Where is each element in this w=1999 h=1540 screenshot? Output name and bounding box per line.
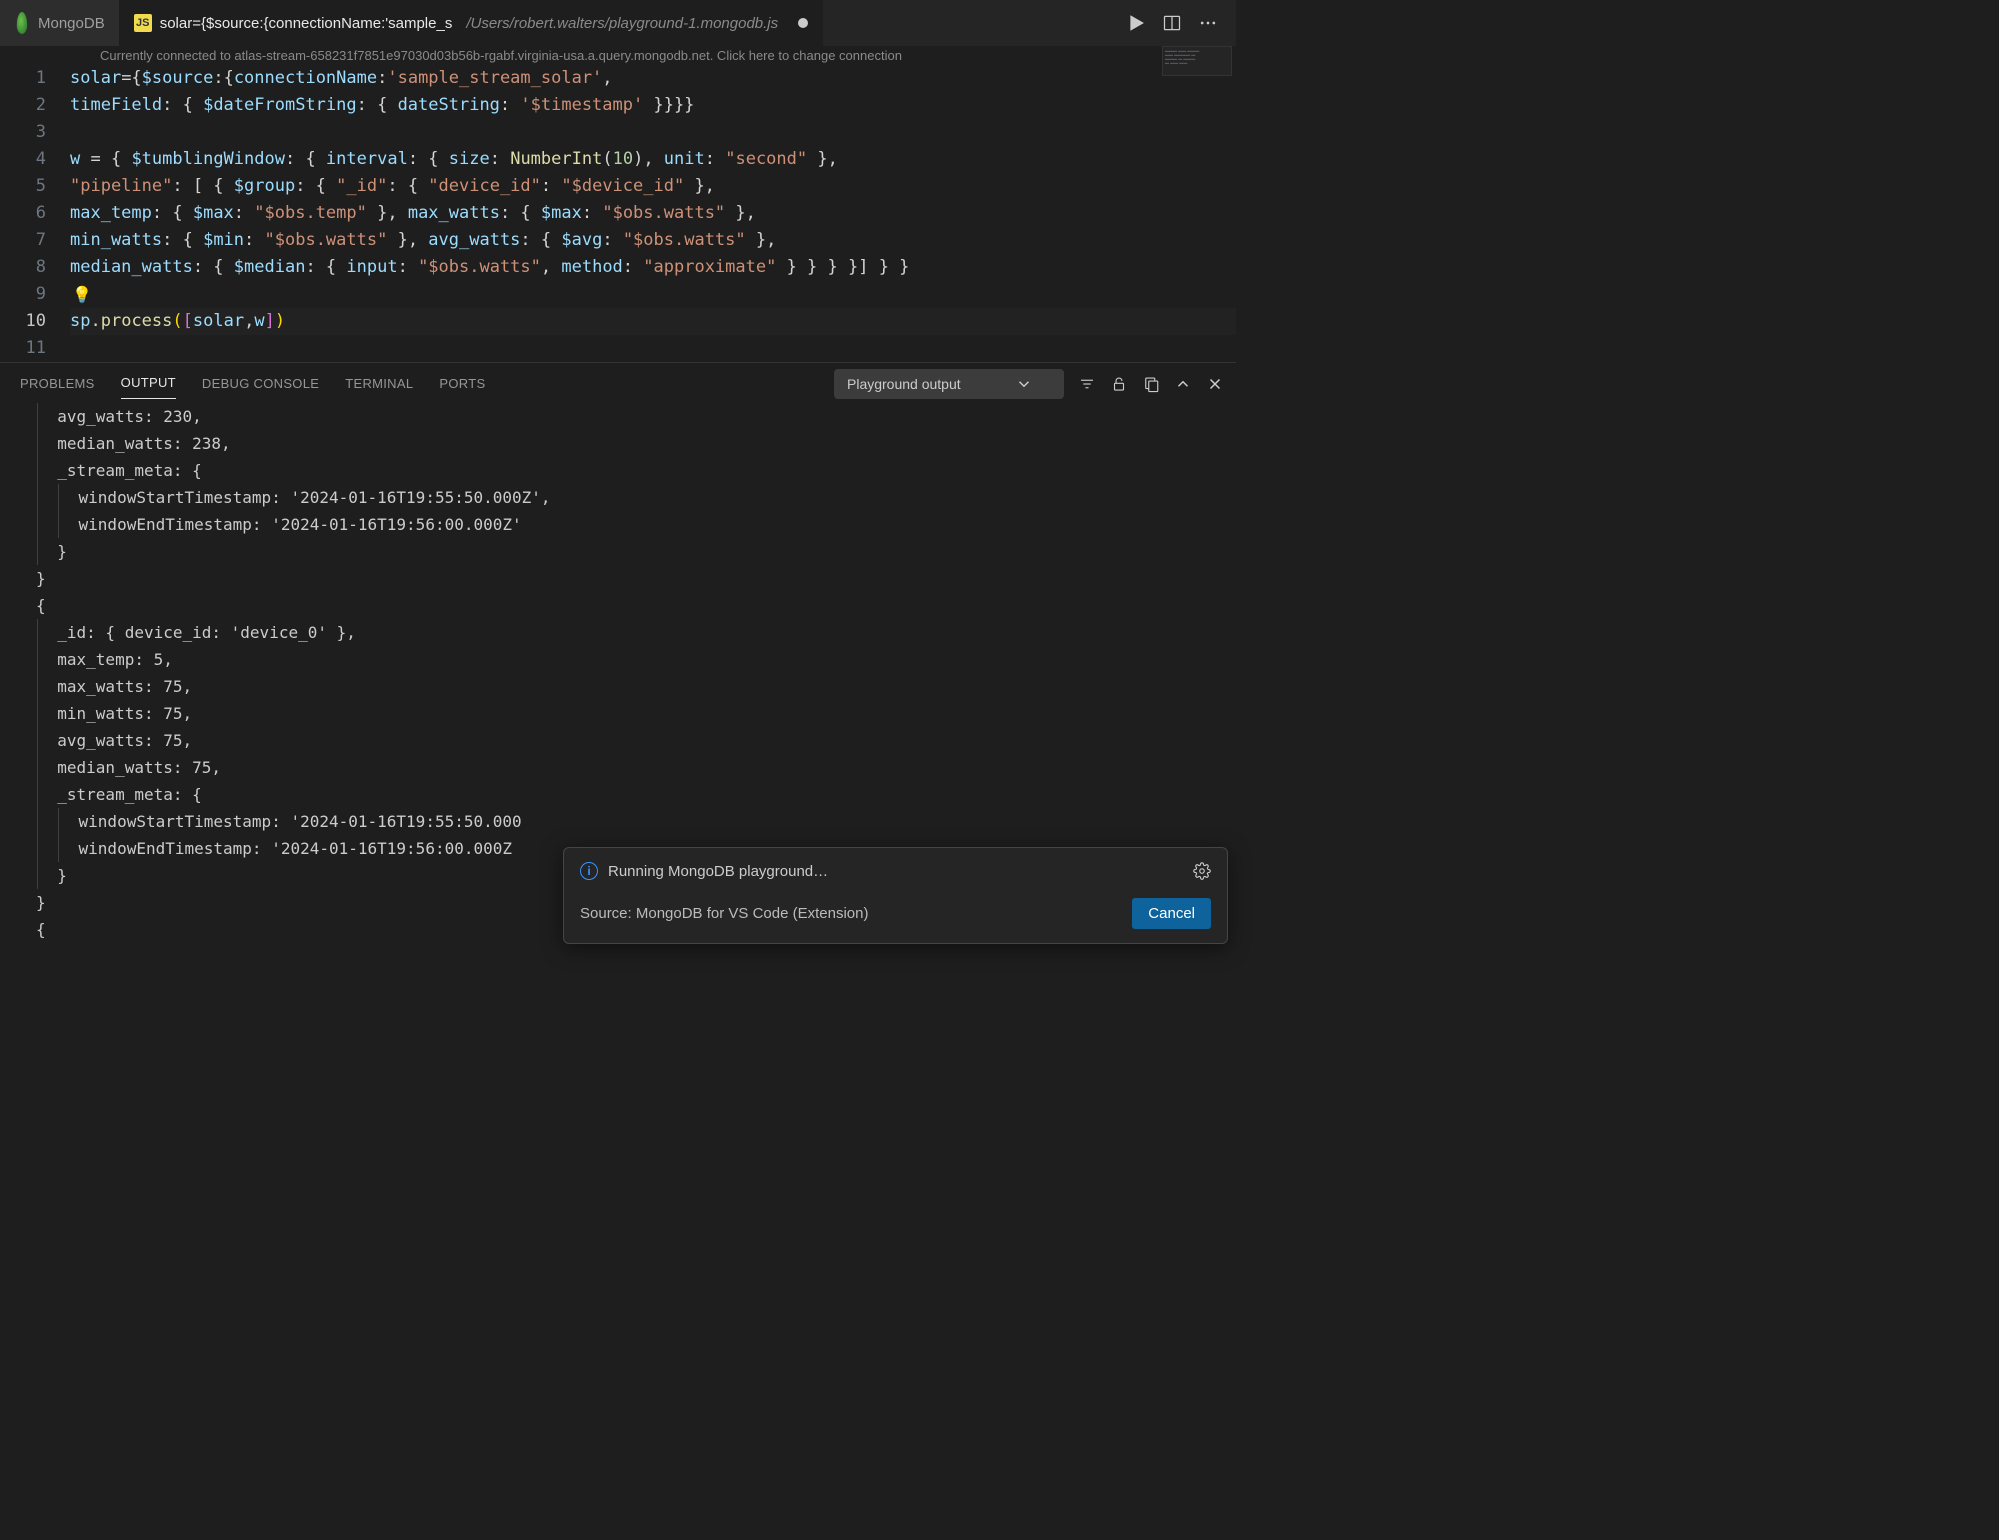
connection-banner[interactable]: Currently connected to atlas-stream-6582… — [0, 46, 1236, 65]
editor-actions — [1126, 13, 1236, 33]
tab-problems[interactable]: PROBLEMS — [20, 376, 95, 399]
tab-ports[interactable]: PORTS — [439, 376, 485, 399]
tab-playground-file[interactable]: JS solar={$source:{connectionName:'sampl… — [120, 0, 823, 46]
tab-label: MongoDB — [38, 15, 105, 32]
tab-file-path: /Users/robert.walters/playground-1.mongo… — [466, 15, 778, 32]
panel-tabs: PROBLEMS OUTPUT DEBUG CONSOLE TERMINAL P… — [0, 363, 1236, 403]
code-area[interactable]: solar={$source:{connectionName:'sample_s… — [70, 65, 1236, 362]
js-file-icon: JS — [134, 14, 152, 32]
notification-settings-button[interactable] — [1193, 862, 1211, 880]
tab-file-title: solar={$source:{connectionName:'sample_s — [160, 15, 453, 32]
info-icon: i — [580, 862, 598, 880]
filter-output-button[interactable] — [1078, 375, 1096, 393]
tab-mongodb[interactable]: MongoDB — [0, 0, 120, 46]
notification-source: Source: MongoDB for VS Code (Extension) — [580, 905, 868, 922]
split-editor-button[interactable] — [1162, 13, 1182, 33]
panel-chevron-up-button[interactable] — [1174, 375, 1192, 393]
connection-banner-text: Currently connected to atlas-stream-6582… — [100, 48, 902, 63]
output-channel-label: Playground output — [847, 376, 961, 392]
chevron-down-icon — [1015, 375, 1033, 393]
line-number-gutter: 1 2 3 4 5 6 7 8 9 10 11 — [0, 65, 70, 362]
more-actions-button[interactable] — [1198, 13, 1218, 33]
dirty-indicator-icon — [798, 18, 808, 28]
lightbulb-icon[interactable]: 💡 — [72, 281, 92, 308]
mongodb-leaf-icon — [17, 12, 27, 34]
tab-debug-console[interactable]: DEBUG CONSOLE — [202, 376, 319, 399]
close-panel-button[interactable] — [1206, 375, 1224, 393]
output-channel-select[interactable]: Playground output — [834, 369, 1064, 399]
lock-scroll-button[interactable] — [1110, 375, 1128, 393]
cancel-button[interactable]: Cancel — [1132, 898, 1211, 929]
notification-title: Running MongoDB playground… — [608, 863, 828, 880]
tab-output[interactable]: OUTPUT — [121, 375, 176, 399]
code-editor[interactable]: 1 2 3 4 5 6 7 8 9 10 11 solar={$source:{… — [0, 65, 1236, 362]
run-button[interactable] — [1126, 13, 1146, 33]
notification-toast: i Running MongoDB playground… Source: Mo… — [563, 847, 1228, 944]
clear-output-button[interactable] — [1142, 375, 1160, 393]
tab-bar: MongoDB JS solar={$source:{connectionNam… — [0, 0, 1236, 46]
tab-terminal[interactable]: TERMINAL — [345, 376, 413, 399]
